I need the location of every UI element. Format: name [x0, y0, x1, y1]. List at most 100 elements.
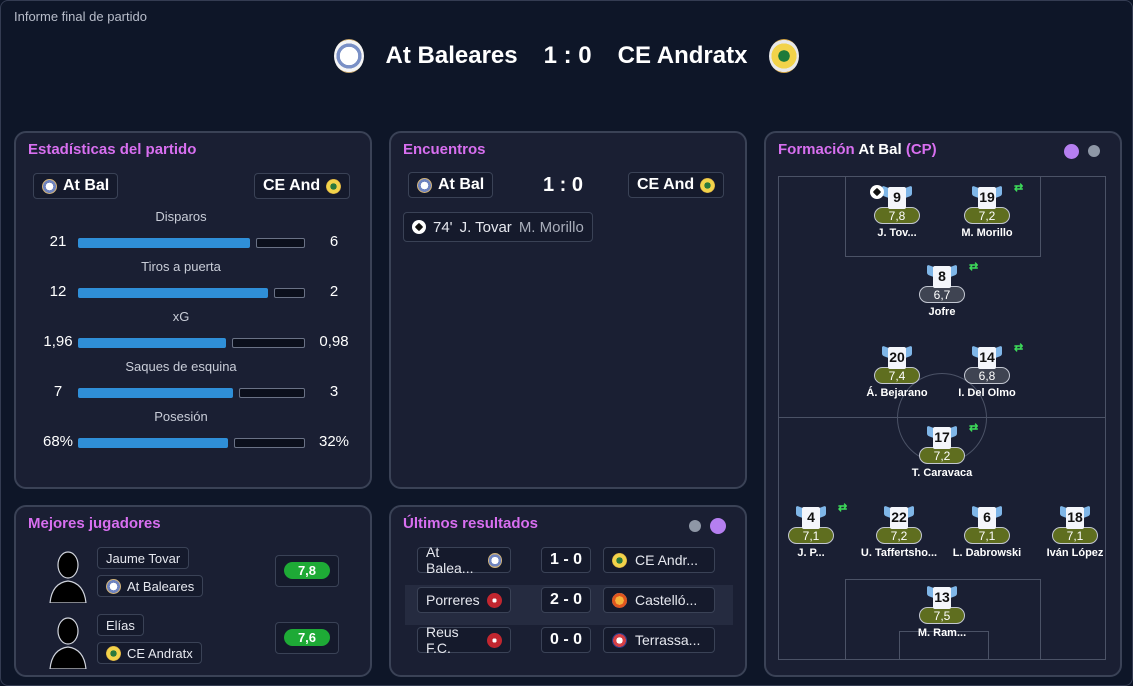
away-crest-icon: [326, 178, 342, 194]
shirt-icon: 9: [870, 185, 912, 209]
best-player-name[interactable]: Elías: [97, 614, 144, 636]
best-player-team: CE Andratx: [97, 642, 202, 664]
results-page-dot[interactable]: [689, 520, 701, 532]
encounters-home-label: At Bal: [438, 176, 485, 193]
formation-player[interactable]: 17 ⇄ 7,2 T. Caravaca: [897, 422, 987, 479]
shirt-number: 6: [983, 509, 991, 525]
player-name: M. Morillo: [961, 227, 1013, 239]
stat-bar: [78, 288, 305, 298]
result-away: Terrassa...: [635, 632, 701, 648]
result-home: At Balea...: [426, 544, 474, 576]
player-rating: 7,5: [919, 607, 965, 624]
goal-minute: 74': [433, 218, 453, 236]
home-crest-icon: [106, 578, 121, 594]
substitution-arrows-icon: ⇄: [1014, 342, 1024, 354]
formation-panel: Formación At Bal (CP) 9 7,8 J. Tov... 19 ⇄ 7,…: [764, 131, 1122, 677]
player-name: Iván López: [1046, 547, 1104, 559]
shirt-icon: 6: [972, 505, 1002, 529]
stat-label: xG: [172, 309, 190, 324]
encounters-away-chip: CE And: [628, 172, 725, 198]
shirt-number: 19: [979, 189, 995, 205]
shirt-icon: 19 ⇄: [972, 182, 1023, 209]
best-player-rating: 7,6: [275, 622, 339, 654]
shirt-number: 20: [889, 349, 905, 365]
formation-team: At Bal: [858, 141, 902, 158]
soccer-ball-icon: [870, 185, 884, 199]
player-rating: 7,1: [1052, 527, 1098, 544]
formation-player[interactable]: 22 7,2 U. Taffertsho...: [854, 505, 944, 559]
result-row[interactable]: Reus F.C. 0 - 0 Terrassa...: [405, 624, 733, 656]
goal-event[interactable]: 74' J. Tovar M. Morillo: [403, 212, 593, 242]
rating-pill: 7,6: [284, 629, 330, 646]
formation-page-dot[interactable]: [1088, 145, 1100, 157]
formation-player[interactable]: 14 ⇄ 6,8 I. Del Olmo: [942, 342, 1032, 399]
best-players-panel: Mejores jugadores Jaume Tovar At Baleare…: [14, 505, 372, 677]
formation-player[interactable]: 19 ⇄ 7,2 M. Morillo: [942, 182, 1032, 239]
player-name: Jofre: [928, 306, 956, 318]
stat-away-value: 2: [329, 283, 339, 300]
stat-home-value: 1,96: [43, 333, 73, 350]
stat-bar-away: [256, 238, 305, 248]
result-row[interactable]: Porreres 2 - 0 Castelló...: [405, 587, 733, 615]
shirt-number: 8: [938, 268, 946, 284]
stats-away-chip: CE And: [254, 173, 351, 199]
shirt-number: 9: [893, 189, 901, 205]
player-name: Á. Bejarano: [866, 387, 928, 399]
home-crest-icon: [417, 177, 432, 193]
match-header: At Baleares 1 : 0 CE Andratx: [0, 36, 1133, 76]
goal-assist: M. Morillo: [518, 218, 584, 236]
formation-title-prefix: Formación: [778, 141, 855, 158]
player-rating: 7,2: [876, 527, 922, 544]
stat-bar-away: [234, 438, 305, 448]
substitution-arrows-icon: ⇄: [969, 422, 979, 434]
stat-away-value: 0,98: [319, 333, 349, 350]
away-crest-icon: [769, 39, 800, 73]
shirt-number: 4: [807, 509, 815, 525]
stats-home-label: At Bal: [63, 177, 110, 194]
shirt-number: 13: [934, 589, 950, 605]
stats-title: Estadísticas del partido: [28, 141, 197, 158]
stat-bar-away: [239, 388, 305, 398]
match-stats-panel: Estadísticas del partido At Bal CE And D…: [14, 131, 372, 489]
shirt-icon: 22: [884, 505, 914, 529]
formation-player[interactable]: 18 7,1 Iván López: [1030, 505, 1105, 559]
soccer-ball-icon: [412, 220, 426, 234]
shirt-icon: 20: [882, 345, 912, 369]
stat-label: Saques de esquina: [125, 359, 237, 374]
result-home-chip: At Balea...: [417, 544, 511, 576]
formation-player[interactable]: 9 7,8 J. Tov...: [852, 185, 942, 239]
formation-player[interactable]: 6 7,1 L. Dabrowski: [942, 505, 1032, 559]
encounters-title: Encuentros: [403, 141, 486, 158]
home-crest-icon: [487, 552, 502, 568]
best-player-name[interactable]: Jaume Tovar: [97, 547, 190, 569]
result-row[interactable]: At Balea... 1 - 0 CE Andr...: [405, 544, 733, 576]
result-away: CE Andr...: [635, 552, 699, 568]
player-rating: 7,1: [788, 527, 834, 544]
player-silhouette-icon: [49, 617, 87, 669]
result-away-chip: Terrassa...: [603, 627, 715, 653]
stat-home-value: 68%: [42, 433, 74, 450]
player-silhouette-icon: [49, 551, 87, 603]
window-title: Informe final de partido: [14, 9, 147, 24]
team-crest-icon: [487, 592, 502, 608]
formation-player[interactable]: 4 ⇄ 7,1 J. P...: [779, 502, 856, 559]
results-page-dot-active[interactable]: [710, 518, 726, 534]
encounters-home-chip: At Bal: [408, 172, 494, 198]
stat-bar-home: [78, 288, 268, 298]
recent-results-panel: Últimos resultados At Balea... 1 - 0 CE …: [389, 505, 747, 677]
substitution-arrows-icon: ⇄: [969, 261, 979, 273]
encounters-away-label: CE And: [637, 176, 695, 193]
best-player-team-label: At Baleares: [127, 578, 195, 594]
formation-player[interactable]: 8 ⇄ 6,7 Jofre: [897, 261, 987, 318]
formation-page-dot-active[interactable]: [1064, 144, 1079, 159]
stat-home-value: 7: [53, 383, 63, 400]
shirt-number: 22: [891, 509, 907, 525]
stat-bar-home: [78, 338, 226, 348]
best-players-title: Mejores jugadores: [28, 515, 161, 532]
stat-bar-home: [78, 438, 228, 448]
formation-player[interactable]: 20 7,4 Á. Bejarano: [852, 345, 942, 399]
formation-player[interactable]: 13 7,5 M. Ram...: [897, 585, 987, 639]
shirt-number: 18: [1067, 509, 1083, 525]
encounters-panel: Encuentros At Bal 1 : 0 CE And 74' J. To…: [389, 131, 747, 489]
stat-bar: [78, 438, 305, 448]
